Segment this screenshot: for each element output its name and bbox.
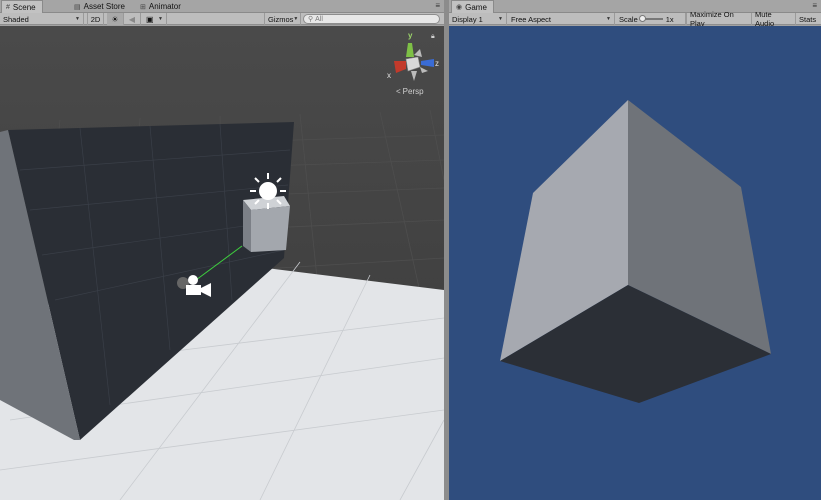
search-icon: ⚲ bbox=[308, 16, 314, 23]
game-toolbar: Display 1 ▼ Free Aspect ▼ Scale 1x Maxim… bbox=[449, 10, 821, 28]
speaker-icon: ◀ bbox=[128, 14, 136, 24]
tab-scene[interactable]: # Scene bbox=[1, 0, 43, 13]
panel-menu-icon[interactable]: ≡ bbox=[812, 1, 817, 10]
scale-slider-thumb[interactable] bbox=[638, 15, 646, 22]
scene-tabbar: # Scene ▤ Asset Store ⊞ Animator ≡ bbox=[0, 0, 444, 13]
2d-toggle-label: 2D bbox=[90, 14, 101, 24]
gizmos-label: Gizmos bbox=[268, 14, 294, 24]
scale-value: 1x bbox=[665, 14, 674, 24]
game-panel: ◉ Game ≡ Display 1 ▼ Free Aspect ▼ Scale… bbox=[449, 0, 821, 500]
scene-icon: # bbox=[6, 3, 10, 11]
tab-asset-store[interactable]: ▤ Asset Store bbox=[70, 0, 131, 13]
game-viewport[interactable] bbox=[449, 26, 821, 500]
aspect-value: Free Aspect bbox=[511, 14, 552, 24]
chevron-down-icon: ▼ bbox=[75, 16, 80, 22]
lighting-toggle-button[interactable]: ☀ bbox=[107, 13, 124, 25]
sun-icon: ☀ bbox=[111, 14, 119, 24]
scale-slider[interactable] bbox=[638, 15, 663, 22]
audio-toggle-button[interactable]: ◀ bbox=[124, 13, 141, 25]
maximize-on-play-button[interactable]: Maximize On Play bbox=[686, 10, 752, 28]
tab-game-label: Game bbox=[465, 2, 487, 12]
gizmo-y-label: y bbox=[408, 31, 413, 40]
light-icon[interactable] bbox=[250, 173, 286, 209]
search-input[interactable]: ⚲ All bbox=[303, 14, 440, 24]
search-placeholder: All bbox=[315, 15, 323, 23]
scene-toolbar: Shaded ▼ 2D ☀ ◀ ▣ ▼ Gizmos ▼ ⚲ All bbox=[0, 13, 444, 25]
z-axis-cone bbox=[421, 59, 434, 67]
gizmo-center-cube bbox=[405, 56, 421, 72]
store-icon: ▤ bbox=[74, 3, 81, 11]
projection-toggle[interactable]: < Persp bbox=[396, 87, 424, 96]
shading-mode-value: Shaded bbox=[3, 14, 29, 24]
2d-toggle-button[interactable]: 2D bbox=[87, 13, 104, 25]
perspective-icon: < bbox=[396, 87, 401, 96]
stats-label: Stats bbox=[799, 14, 817, 24]
stats-button[interactable]: Stats bbox=[796, 13, 821, 25]
game-icon: ◉ bbox=[456, 4, 463, 11]
tab-animator-label: Animator bbox=[148, 2, 181, 11]
y-axis-cone bbox=[406, 43, 414, 57]
scene-cube-front bbox=[251, 206, 290, 252]
aspect-dropdown[interactable]: Free Aspect ▼ bbox=[508, 13, 615, 25]
game-render bbox=[449, 26, 821, 500]
tab-scene-label: Scene bbox=[12, 2, 36, 12]
mute-audio-button[interactable]: Mute Audio bbox=[752, 10, 796, 28]
chevron-down-icon: ▼ bbox=[606, 16, 611, 22]
scale-control[interactable]: Scale 1x bbox=[616, 13, 686, 25]
x-axis-cone bbox=[394, 61, 406, 73]
gizmo-z-label: z bbox=[435, 59, 439, 68]
effects-dropdown[interactable]: ▣ ▼ bbox=[143, 13, 167, 25]
projection-label: Persp bbox=[402, 87, 424, 96]
scene-viewport[interactable]: y x z 🔒︎ < Persp bbox=[0, 26, 444, 500]
scene-panel: # Scene ▤ Asset Store ⊞ Animator ≡ Shade… bbox=[0, 0, 444, 500]
scene-render bbox=[0, 26, 444, 500]
image-icon: ▣ bbox=[146, 14, 154, 24]
chevron-down-icon: ▼ bbox=[158, 16, 163, 22]
scale-label: Scale bbox=[619, 14, 638, 24]
tab-animator[interactable]: ⊞ Animator bbox=[136, 0, 187, 13]
neg-y-cone bbox=[411, 71, 417, 81]
shading-mode-dropdown[interactable]: Shaded ▼ bbox=[0, 13, 84, 25]
tab-asset-store-label: Asset Store bbox=[83, 2, 125, 11]
chevron-down-icon: ▼ bbox=[293, 16, 299, 22]
neg-z-cone bbox=[414, 49, 422, 57]
animator-icon: ⊞ bbox=[140, 3, 146, 11]
tab-game[interactable]: ◉ Game bbox=[451, 0, 494, 13]
display-value: Display 1 bbox=[452, 14, 483, 24]
panel-menu-icon[interactable]: ≡ bbox=[435, 1, 440, 10]
lock-icon[interactable]: 🔒︎ bbox=[431, 33, 435, 41]
display-dropdown[interactable]: Display 1 ▼ bbox=[449, 13, 507, 25]
gizmos-dropdown[interactable]: Gizmos ▼ bbox=[264, 13, 301, 25]
chevron-down-icon: ▼ bbox=[498, 16, 503, 22]
neg-x-cone bbox=[420, 67, 428, 73]
gizmo-x-label: x bbox=[387, 71, 391, 80]
